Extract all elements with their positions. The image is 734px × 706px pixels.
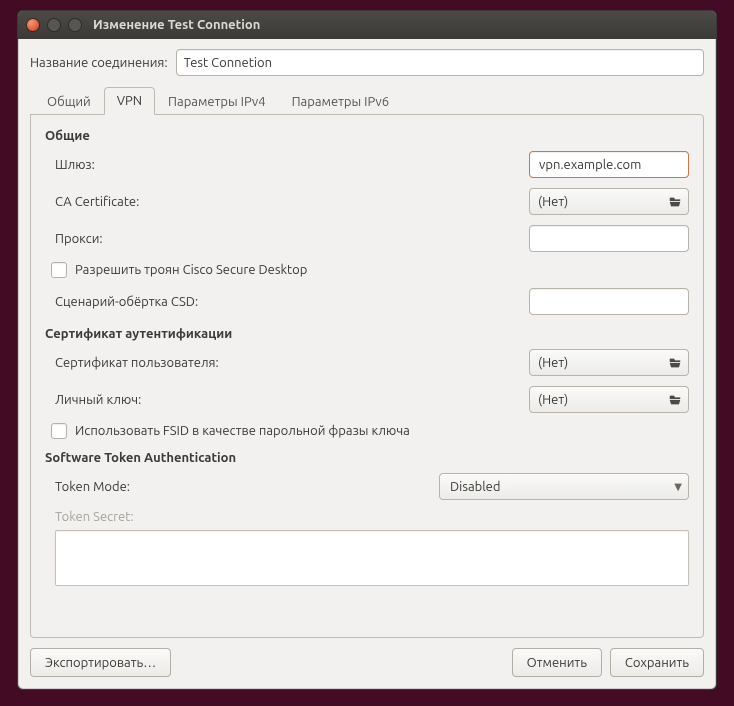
token-mode-combo[interactable]: Disabled ▼ [439, 473, 689, 500]
ca-cert-label: CA Certificate: [45, 195, 529, 209]
user-cert-value: (Нет) [538, 356, 662, 370]
private-key-label: Личный ключ: [45, 393, 529, 407]
token-secret-label: Token Secret: [45, 510, 689, 524]
connection-name-row: Название соединения: [30, 49, 704, 76]
tab-general[interactable]: Общий [34, 88, 104, 115]
user-cert-label: Сертификат пользователя: [45, 356, 529, 370]
proxy-label: Прокси: [45, 232, 529, 246]
csd-trojan-label: Разрешить троян Cisco Secure Desktop [75, 263, 307, 277]
csd-wrapper-input[interactable] [529, 288, 689, 315]
button-bar: Экспортировать… Отменить Сохранить [30, 648, 704, 677]
file-open-icon [668, 356, 682, 370]
minimize-icon[interactable] [47, 18, 61, 32]
dialog-window: Изменение Test Connetion Название соедин… [17, 10, 717, 690]
client-area: Название соединения: Общий VPN Параметры… [18, 39, 716, 689]
section-title-authcert: Сертификат аутентификации [45, 327, 689, 341]
private-key-chooser[interactable]: (Нет) [529, 386, 689, 413]
csd-wrapper-label: Сценарий-обёртка CSD: [45, 295, 529, 309]
fsid-label: Использовать FSID в качестве парольной ф… [75, 424, 410, 438]
connection-name-input[interactable] [176, 49, 704, 76]
token-mode-value: Disabled [450, 480, 674, 494]
window-title: Изменение Test Connetion [93, 18, 260, 32]
maximize-icon[interactable] [68, 18, 82, 32]
private-key-value: (Нет) [538, 393, 662, 407]
cancel-button[interactable]: Отменить [512, 648, 602, 677]
token-secret-textarea[interactable] [55, 530, 689, 586]
gateway-label: Шлюз: [45, 158, 529, 172]
user-cert-chooser[interactable]: (Нет) [529, 349, 689, 376]
proxy-input[interactable] [529, 225, 689, 252]
csd-trojan-checkbox[interactable] [51, 262, 67, 278]
tabs-strip: Общий VPN Параметры IPv4 Параметры IPv6 [30, 86, 704, 114]
tab-page-vpn: Общие Шлюз: CA Certificate: (Нет) [30, 114, 704, 638]
tab-ipv6[interactable]: Параметры IPv6 [279, 88, 403, 115]
ca-cert-chooser[interactable]: (Нет) [529, 188, 689, 215]
gateway-input[interactable] [529, 151, 689, 178]
export-button[interactable]: Экспортировать… [30, 648, 171, 677]
save-button[interactable]: Сохранить [610, 648, 704, 677]
token-mode-label: Token Mode: [45, 480, 439, 494]
spacer [179, 648, 503, 677]
ca-cert-value: (Нет) [538, 195, 662, 209]
fsid-checkbox[interactable] [51, 423, 67, 439]
file-open-icon [668, 393, 682, 407]
tab-ipv4[interactable]: Параметры IPv4 [155, 88, 279, 115]
section-title-general: Общие [45, 129, 689, 143]
close-icon[interactable] [26, 18, 40, 32]
notebook: Общий VPN Параметры IPv4 Параметры IPv6 … [30, 86, 704, 638]
gateway-value[interactable] [537, 157, 683, 173]
section-title-token: Software Token Authentication [45, 451, 689, 465]
tab-vpn[interactable]: VPN [104, 87, 155, 115]
title-bar: Изменение Test Connetion [18, 11, 716, 39]
connection-name-label: Название соединения: [30, 56, 168, 70]
chevron-down-icon: ▼ [674, 481, 682, 493]
file-open-icon [668, 195, 682, 209]
